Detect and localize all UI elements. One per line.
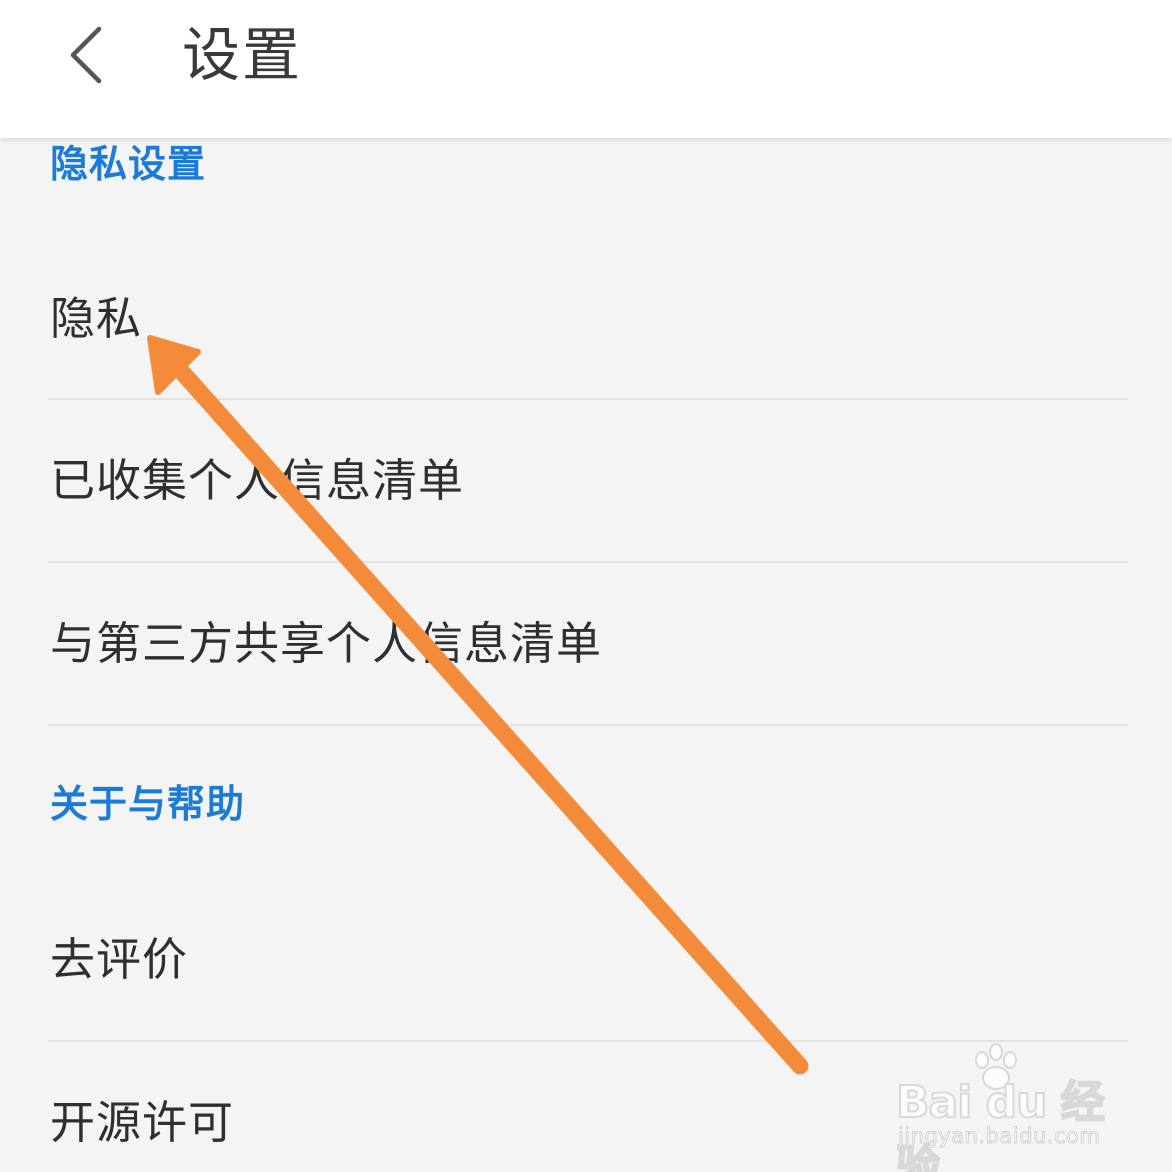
list-item-rate[interactable]: 去评价 (48, 880, 1128, 1040)
list-item-privacy[interactable]: 隐私 (48, 240, 1128, 400)
watermark-url: jingyan.baidu.com (897, 1124, 1101, 1149)
list-item-label: 开源许可 (50, 1096, 235, 1149)
baidu-jingyan-watermark: Bai du 经验 jingyan.baidu.com (895, 1043, 1126, 1172)
list-item-collected-info[interactable]: 已收集个人信息清单 (48, 400, 1128, 560)
back-button[interactable] (52, 20, 122, 90)
list-item-label: 已收集个人信息清单 (50, 454, 465, 507)
top-app-bar: 设置 (0, 0, 1172, 138)
watermark-logo: Bai du 经验 (895, 1066, 1126, 1172)
section-title-about-help: 关于与帮助 (50, 782, 246, 826)
list-item-label: 隐私 (50, 292, 143, 345)
watermark-logo-text: Bai du 经验 (895, 1076, 1106, 1172)
list-item-label: 去评价 (50, 933, 189, 986)
list-item-third-party-shared-info[interactable]: 与第三方共享个人信息清单 (48, 563, 1128, 723)
page-title: 设置 (182, 21, 303, 89)
list-item-label: 与第三方共享个人信息清单 (50, 617, 603, 670)
section-title-privacy-settings: 隐私设置 (50, 142, 207, 186)
chevron-left-icon (70, 26, 102, 84)
divider (48, 724, 1128, 726)
settings-page: 设置 隐私设置 隐私 已收集个人信息清单 与第三方共享个人信息清单 关于与帮助 … (0, 0, 1172, 1172)
